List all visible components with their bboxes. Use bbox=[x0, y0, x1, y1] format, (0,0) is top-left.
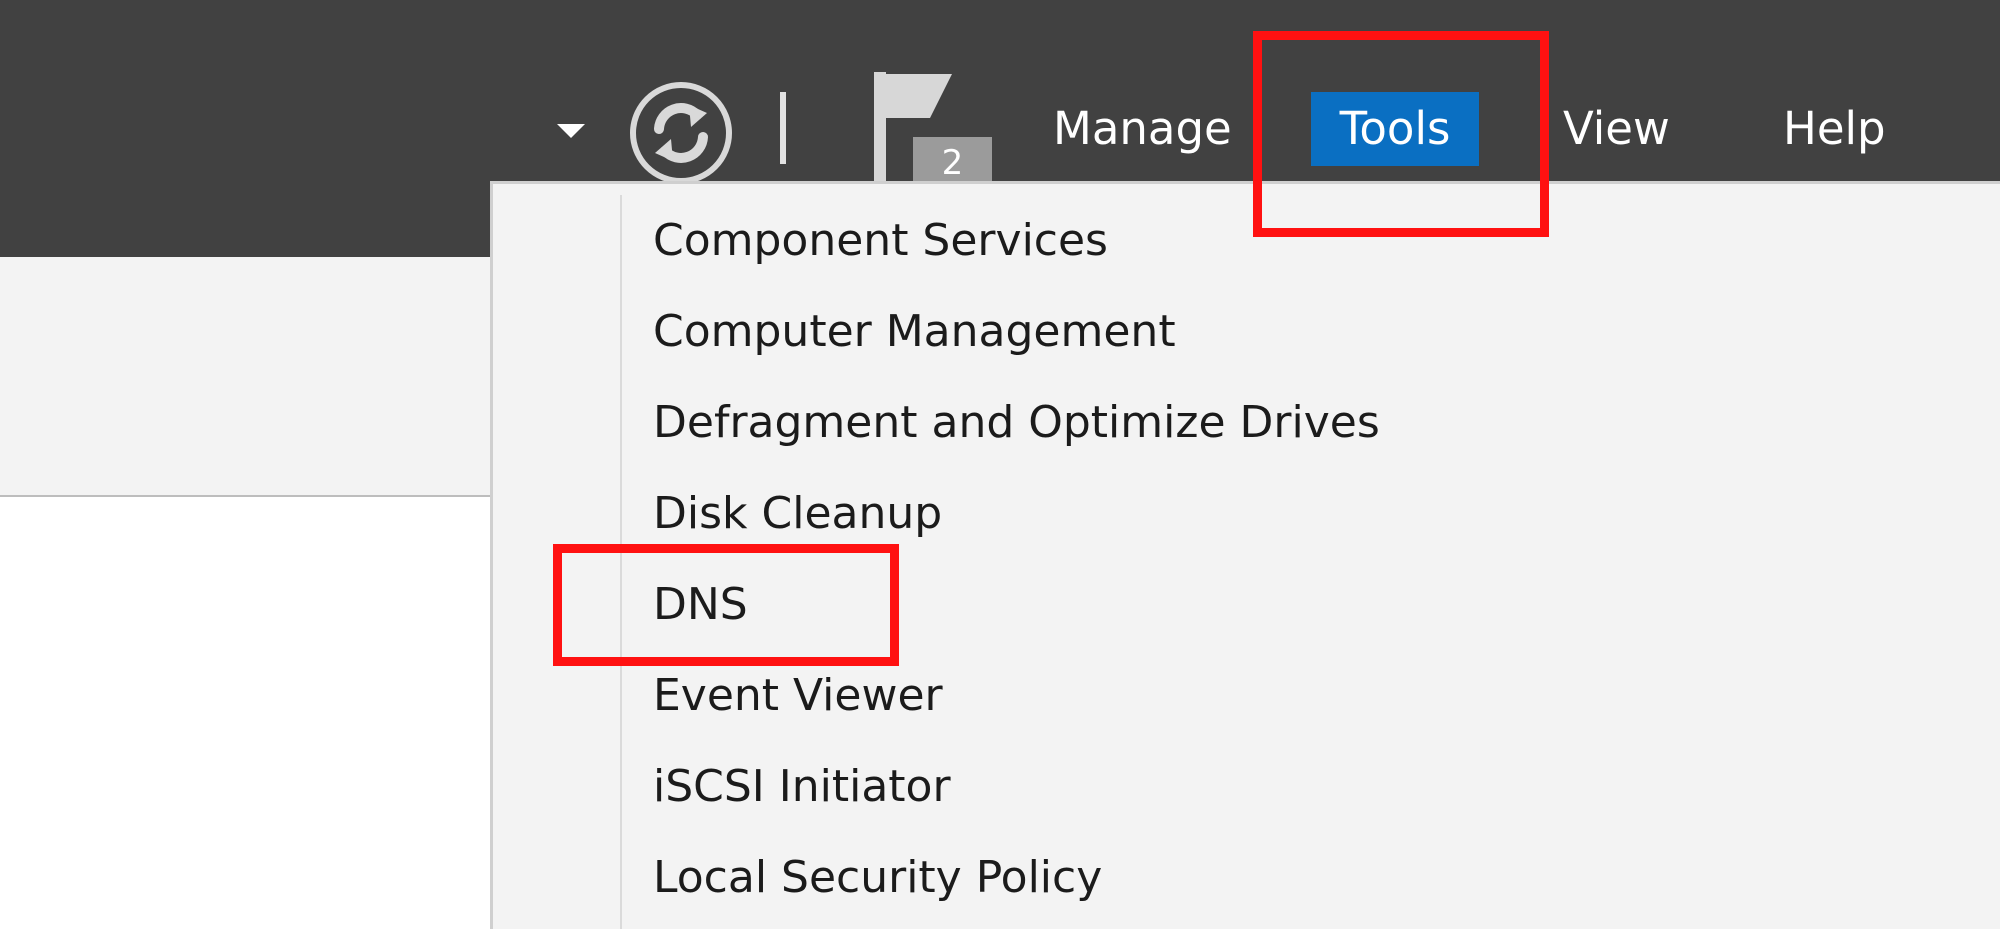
menu-help[interactable]: Help bbox=[1783, 92, 1886, 166]
menu-item-component-services[interactable]: Component Services bbox=[653, 206, 1108, 276]
menu-item-local-security-policy[interactable]: Local Security Policy bbox=[653, 843, 1102, 913]
menu-item-defragment-drives[interactable]: Defragment and Optimize Drives bbox=[653, 388, 1380, 458]
dns-highlight-box bbox=[553, 544, 899, 666]
chevron-down-icon[interactable] bbox=[557, 124, 585, 138]
menu-manage[interactable]: Manage bbox=[1053, 92, 1232, 166]
menu-item-iscsi-initiator[interactable]: iSCSI Initiator bbox=[653, 752, 951, 822]
menu-item-disk-cleanup[interactable]: Disk Cleanup bbox=[653, 479, 942, 549]
menu-item-event-viewer[interactable]: Event Viewer bbox=[653, 661, 943, 731]
toolbar-separator bbox=[780, 92, 786, 164]
refresh-icon[interactable] bbox=[625, 77, 737, 189]
tools-highlight-box bbox=[1253, 31, 1549, 237]
menu-view[interactable]: View bbox=[1563, 92, 1670, 166]
menu-item-computer-management[interactable]: Computer Management bbox=[653, 297, 1176, 367]
